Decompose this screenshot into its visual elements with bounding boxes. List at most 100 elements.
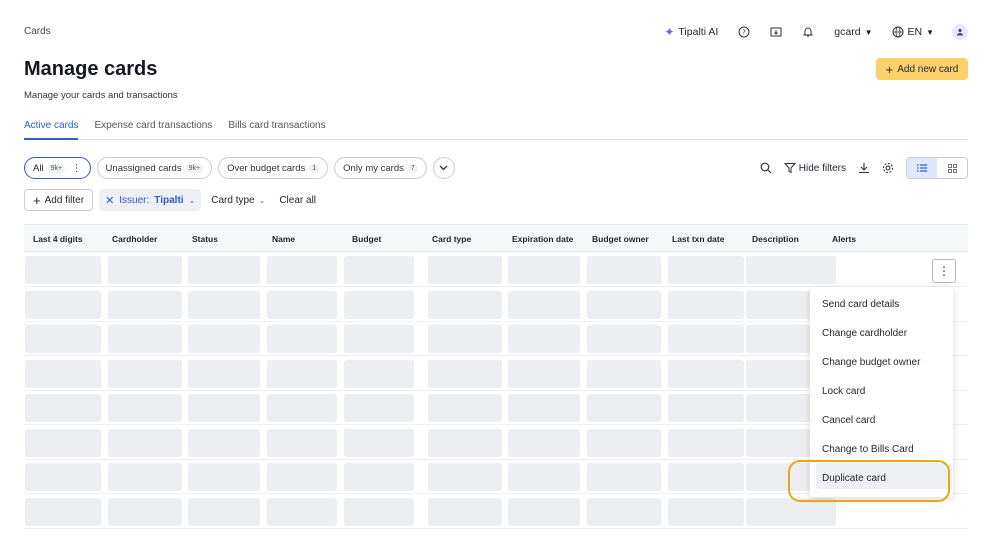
skeleton-cell	[25, 394, 101, 422]
caret-down-icon: ▼	[926, 27, 934, 37]
page-subtitle: Manage your cards and transactions	[24, 90, 178, 101]
tab-active-cards[interactable]: Active cards	[24, 118, 79, 140]
menu-item-change-cardholder[interactable]: Change cardholder	[822, 328, 907, 339]
skeleton-cell	[267, 256, 337, 284]
chip-over-budget-cards[interactable]: Over budget cards 1	[218, 157, 329, 179]
skeleton-cell	[108, 290, 182, 319]
menu-item-change-to-bills-card[interactable]: Change to Bills Card	[822, 444, 914, 455]
list-view-button[interactable]	[907, 158, 937, 178]
filter-icon	[783, 163, 796, 174]
help-button[interactable]: ?	[728, 22, 760, 42]
user-menu[interactable]: gcard ▼	[824, 22, 882, 42]
notifications-button[interactable]	[792, 22, 824, 42]
row-actions-button[interactable]: ⋮	[932, 259, 956, 283]
skeleton-cell	[25, 497, 101, 526]
chip-over-budget-count: 1	[309, 163, 320, 173]
chip-all[interactable]: All 9k+ ⋮	[24, 157, 91, 179]
hide-filters-button[interactable]: Hide filters	[783, 162, 846, 174]
skeleton-cell	[344, 497, 414, 526]
exports-button[interactable]	[760, 22, 792, 42]
bell-icon	[803, 27, 814, 37]
tab-expense-card-transactions[interactable]: Expense card transactions	[94, 118, 212, 140]
skeleton-cell	[188, 497, 260, 526]
active-filters: + Add filter ✕ Issuer: Tipalti ⌄ Card ty…	[24, 189, 320, 211]
menu-item-send-card-details[interactable]: Send card details	[822, 299, 899, 310]
skeleton-cell	[267, 325, 337, 353]
chevron-down-icon: ⌄	[188, 195, 196, 205]
tab-bills-card-transactions[interactable]: Bills card transactions	[228, 118, 325, 140]
avatar[interactable]	[952, 24, 968, 40]
language-label: EN	[907, 26, 923, 38]
skeleton-cell	[508, 428, 580, 457]
skeleton-cell	[668, 290, 744, 319]
table-row[interactable]	[24, 253, 968, 287]
menu-item-lock-card[interactable]: Lock card	[822, 386, 865, 397]
close-icon[interactable]: ✕	[105, 194, 114, 207]
table-settings-button[interactable]	[882, 162, 894, 174]
col-budget-owner[interactable]: Budget owner	[592, 234, 649, 244]
skeleton-cell	[344, 428, 414, 457]
col-expiration-date[interactable]: Expiration date	[512, 234, 573, 244]
skeleton-cell	[668, 463, 744, 491]
skeleton-cell	[508, 497, 580, 526]
skeleton-cell	[344, 290, 414, 319]
search-button[interactable]	[760, 162, 772, 174]
globe-icon	[892, 26, 904, 38]
kebab-icon[interactable]: ⋮	[72, 163, 82, 174]
col-budget[interactable]: Budget	[352, 234, 381, 244]
user-name: gcard	[834, 26, 861, 38]
skeleton-cell	[587, 325, 661, 353]
download-button[interactable]	[858, 162, 870, 174]
col-status[interactable]: Status	[192, 234, 218, 244]
skeleton-cell	[428, 463, 502, 491]
breadcrumb[interactable]: Cards	[24, 26, 51, 37]
skeleton-cell	[668, 325, 744, 353]
skeleton-cell	[188, 359, 260, 388]
skeleton-cell	[267, 463, 337, 491]
col-alerts[interactable]: Alerts	[832, 234, 856, 244]
card-type-filter-label: Card type	[211, 194, 255, 206]
skeleton-cell	[188, 428, 260, 457]
issuer-filter[interactable]: ✕ Issuer: Tipalti ⌄	[99, 189, 202, 211]
download-icon	[859, 163, 869, 174]
skeleton-cell	[508, 463, 580, 491]
menu-item-change-budget-owner[interactable]: Change budget owner	[822, 357, 920, 368]
add-new-card-button[interactable]: + Add new card	[876, 58, 968, 80]
col-name[interactable]: Name	[272, 234, 295, 244]
kebab-icon: ⋮	[938, 264, 950, 278]
chip-only-my-cards[interactable]: Only my cards 7	[334, 157, 427, 179]
clear-all-button[interactable]: Clear all	[275, 189, 320, 211]
skeleton-cell	[344, 325, 414, 353]
download-tray-icon	[770, 27, 782, 37]
chip-unassigned-cards[interactable]: Unassigned cards 9k+	[96, 157, 213, 179]
add-filter-button[interactable]: + Add filter	[24, 189, 94, 211]
skeleton-cell	[428, 256, 502, 284]
skeleton-cell	[668, 256, 744, 284]
skeleton-cell	[428, 428, 502, 457]
col-last-txn-date[interactable]: Last txn date	[672, 234, 724, 244]
card-type-filter[interactable]: Card type ⌄	[207, 189, 269, 211]
col-card-type[interactable]: Card type	[432, 234, 471, 244]
grid-view-button[interactable]	[937, 158, 967, 178]
skeleton-cell	[668, 359, 744, 388]
skeleton-cell	[25, 290, 101, 319]
skeleton-cell	[188, 463, 260, 491]
skeleton-cell	[344, 463, 414, 491]
more-chips-button[interactable]	[432, 157, 455, 179]
menu-item-cancel-card[interactable]: Cancel card	[822, 415, 875, 426]
language-selector[interactable]: EN ▼	[882, 22, 944, 42]
tipalti-ai-button[interactable]: ✦ Tipalti AI	[654, 22, 728, 42]
skeleton-cell	[668, 428, 744, 457]
skeleton-cell	[188, 325, 260, 353]
skeleton-cell	[344, 256, 414, 284]
col-description[interactable]: Description	[752, 234, 799, 244]
skeleton-cell	[267, 394, 337, 422]
svg-text:?: ?	[742, 29, 746, 37]
skeleton-cell	[587, 359, 661, 388]
col-last-4-digits[interactable]: Last 4 digits	[33, 234, 83, 244]
col-cardholder[interactable]: Cardholder	[112, 234, 157, 244]
skeleton-cell	[428, 325, 502, 353]
help-icon: ?	[738, 26, 750, 38]
skeleton-cell	[108, 325, 182, 353]
plus-icon: +	[885, 61, 894, 77]
